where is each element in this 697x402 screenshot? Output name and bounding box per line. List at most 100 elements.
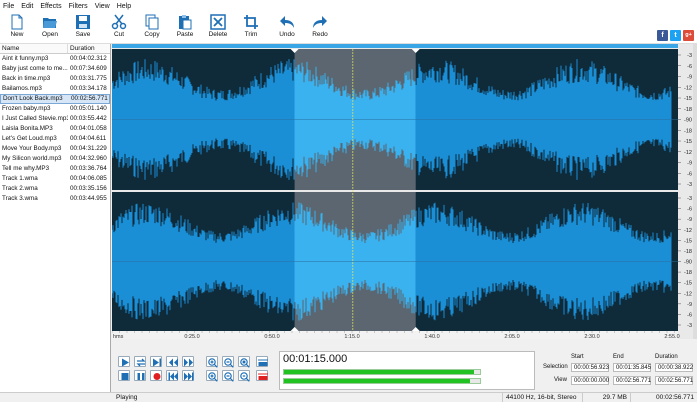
paste-button[interactable]: Paste [169,14,201,38]
vertical-scrollbar [693,44,697,339]
undo-icon [280,16,294,28]
db-scale-label: -15 [684,139,692,145]
file-name: Bailamos.mp3 [2,85,42,92]
copy-label: Copy [144,31,160,38]
loop-button[interactable] [134,356,146,367]
new-button[interactable]: New [1,14,33,38]
redo-label: Redo [312,31,328,38]
file-list-item[interactable]: I Just Called Stevie.mp3 00:03:55.442 [0,114,110,124]
zoom-out-vertical-button[interactable] [222,370,234,382]
twitter-icon[interactable]: t [670,30,681,41]
selection-duration-field[interactable]: 00:00:38.922 [655,363,693,372]
timeline-tick-label: 1:40.0 [424,334,439,339]
copy-button[interactable]: Copy [136,14,168,38]
loop-icon [136,358,146,367]
google-plus-icon[interactable]: g+ [683,30,694,41]
menu-help[interactable]: Help [117,3,131,10]
spectrum-view-button[interactable] [256,356,268,367]
facebook-icon[interactable]: f [657,30,668,41]
pause-button[interactable] [134,370,146,381]
menu-view[interactable]: View [95,3,110,10]
db-scale-label: -12 [684,228,692,234]
file-list-item[interactable]: Track 1.wma 00:04:06.085 [0,174,110,184]
cut-button[interactable]: Cut [103,14,135,38]
delete-icon [210,14,226,30]
redo-button[interactable]: Redo [304,14,336,38]
open-button[interactable]: Open [34,14,66,38]
duration-column-header[interactable]: Duration [68,44,95,53]
db-scale-label: -15 [684,96,692,102]
zoom-in-vertical-button[interactable] [206,370,218,382]
menu-file[interactable]: File [3,3,14,10]
zoom-in-horizontal-button[interactable] [206,356,218,368]
rewind-button[interactable] [166,356,178,367]
zoom-selection-button[interactable] [238,356,250,368]
name-column-header[interactable]: Name [0,44,68,53]
file-list: Name Duration Aint it funny.mp3 00:04:02.… [0,44,111,392]
cut-label: Cut [113,31,125,38]
db-scale-label: -9 [687,161,692,167]
pause-icon [137,373,145,380]
file-list-item[interactable]: Let's Get Loud.mp3 00:04:04.611 [0,134,110,144]
play-button[interactable] [118,356,130,367]
file-list-item[interactable]: Track 2.wma 00:03:35.156 [0,184,110,194]
copy-icon [145,14,159,30]
view-end-field[interactable]: 00:02:56.771 [613,376,651,385]
selection-end-field[interactable]: 00:01:35.845 [613,363,651,372]
delete-button[interactable]: Delete [202,14,234,38]
db-scale-label: -12 [684,150,692,156]
play-next-button[interactable] [150,356,162,367]
spectrum-icon [258,359,268,366]
file-list-item[interactable]: Tell me why.MP3 00:03:36.764 [0,164,110,174]
waveform-view[interactable]: -3 -6 -9 -12 -15 -18 -90 -18 -15 -12 -9 -6 -3 -3 -6 -9 -… [112,44,697,339]
file-duration: 00:03:36.764 [70,165,107,172]
file-list-item[interactable]: Aint it funny.mp3 00:04:02.312 [0,54,110,64]
db-scale-label: -3 [687,182,692,188]
menu-effects[interactable]: Effects [40,3,61,10]
record-icon [153,373,161,380]
undo-button[interactable]: Undo [271,14,303,38]
file-list-item[interactable]: Baby just come to me... 00:07:34.609 [0,64,110,74]
timeline-tick-label: hms [113,334,124,339]
zoom-out-vertical-icon [224,372,234,382]
go-to-start-button[interactable] [166,370,178,381]
file-list-item[interactable]: Frozen baby.mp3 00:05:01.140 [0,104,110,114]
record-button[interactable] [150,370,162,381]
trim-button[interactable]: Trim [235,14,267,38]
file-list-item[interactable]: Bailamos.mp3 00:03:34.178 [0,84,110,94]
file-list-item[interactable]: My Silicon world.mp3 00:04:32.960 [0,154,110,164]
status-bar: Playing 44100 Hz, 16-bit, Stereo 29.7 MB… [0,392,697,402]
selection-start-field[interactable]: 00:00:56.923 [571,363,609,372]
file-list-item[interactable]: Laisla Bonita.MP3 00:04:01.058 [0,124,110,134]
db-scale-label: -6 [687,312,692,318]
start-header: Start [571,354,584,360]
zoom-full-icon [240,372,250,382]
db-scale-label: -15 [684,281,692,287]
stop-button[interactable] [118,370,130,381]
file-list-item[interactable]: Don't Look Back.mp3 00:02:56.771 [0,94,110,104]
file-list-item[interactable]: Back in time.mp3 00:03:31.775 [0,74,110,84]
file-list-item[interactable]: Track 3.wma 00:03:44.955 [0,194,110,204]
selection-row-label: Selection [543,364,568,370]
file-duration: 00:07:34.609 [70,65,107,72]
save-button[interactable]: Save [67,14,99,38]
timeline-tick-label: 2:05.0 [504,334,519,339]
file-duration: 00:03:44.955 [70,195,107,202]
file-duration: 00:03:31.775 [70,75,107,82]
db-scale-label: -9 [687,217,692,223]
db-scale-label: -18 [684,270,692,276]
zoom-full-button[interactable] [238,370,250,382]
go-to-end-button[interactable] [182,370,194,381]
file-list-item[interactable]: Move Your Body.mp3 00:04:31.229 [0,144,110,154]
zoom-out-horizontal-button[interactable] [222,356,234,368]
view-start-field[interactable]: 00:00:00.000 [571,376,609,385]
menu-edit[interactable]: Edit [21,3,33,10]
view-duration-field[interactable]: 00:02:56.771 [655,376,693,385]
menu-filters[interactable]: Filters [69,3,88,10]
fast-forward-button[interactable] [182,356,194,367]
cut-icon [111,14,127,30]
file-duration: 00:03:55.442 [70,115,107,122]
save-icon [76,15,90,29]
waveform-view-button[interactable] [256,370,268,381]
db-scale-label: -12 [684,291,692,297]
